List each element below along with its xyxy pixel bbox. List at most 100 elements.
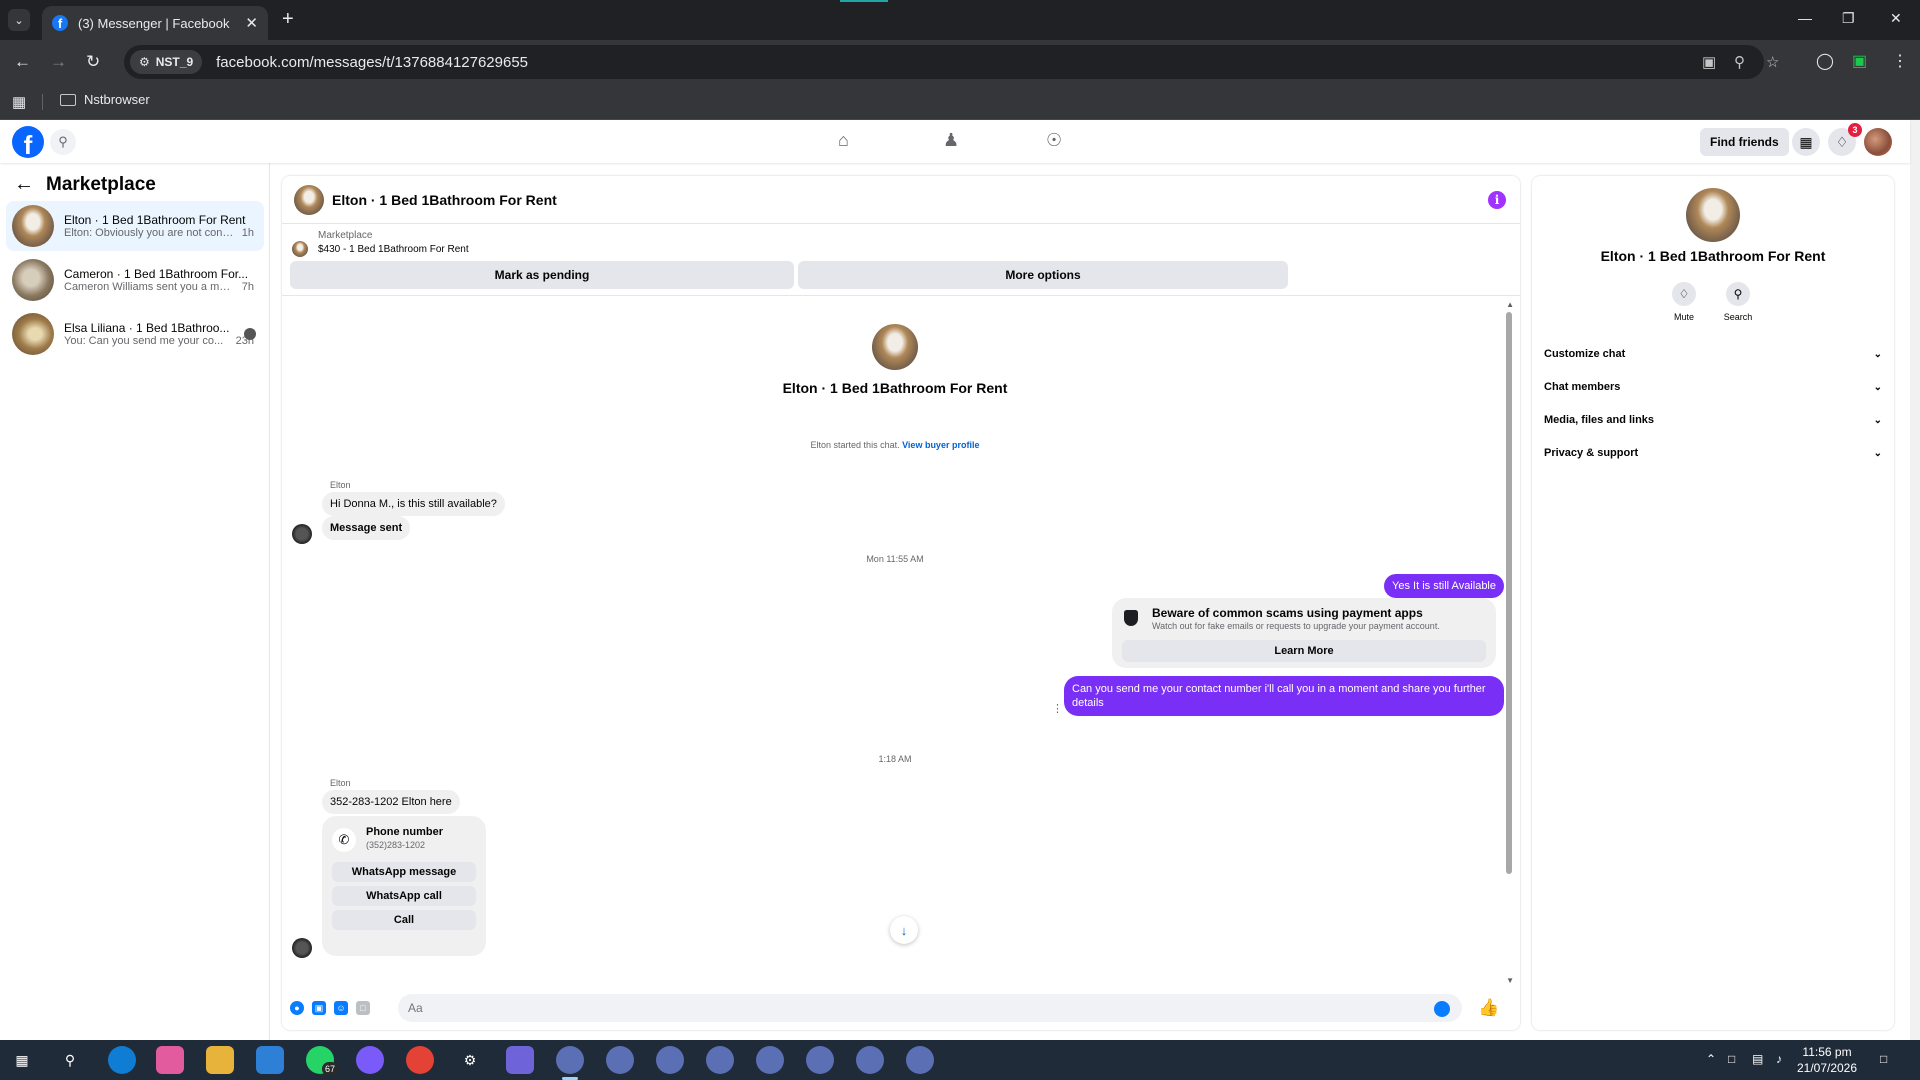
window-close-icon[interactable]: ✕	[1890, 10, 1902, 27]
conversation-info-icon[interactable]: i	[1488, 191, 1506, 209]
tab-search-chevron-icon[interactable]: ⌄	[8, 9, 30, 31]
file-explorer-icon[interactable]	[206, 1046, 234, 1074]
chat-header-avatar[interactable]	[294, 184, 324, 215]
folder-icon	[60, 93, 76, 106]
scroll-down-arrow-icon[interactable]: ▼	[1506, 976, 1514, 985]
bookmark-star-icon[interactable]: ☆	[1766, 53, 1779, 71]
facebook-logo-icon[interactable]: f	[12, 126, 44, 158]
address-bar[interactable]: ⚙ NST_9 facebook.com/messages/t/13768841…	[124, 45, 1779, 79]
call-button[interactable]: Call	[332, 910, 476, 930]
section-privacy-support[interactable]: Privacy & support ⌄	[1544, 439, 1882, 467]
nstbrowser-icon[interactable]	[656, 1046, 684, 1074]
incoming-message[interactable]: 352-283-1202 Elton here	[322, 790, 460, 814]
tray-chevron-up-icon[interactable]: ⌃	[1706, 1052, 1716, 1066]
search-label: Search	[1723, 312, 1753, 322]
reload-icon[interactable]: ↻	[86, 51, 100, 73]
thumbs-up-like-icon[interactable]: 👍	[1478, 998, 1499, 1018]
url-text[interactable]: facebook.com/messages/t/1376884127629655	[216, 54, 528, 71]
restore-icon[interactable]: ❐	[1842, 10, 1855, 27]
more-actions-icon[interactable]: ⋮	[1052, 702, 1063, 715]
whatsapp-call-button[interactable]: WhatsApp call	[332, 886, 476, 906]
chat-window: Elton · 1 Bed 1Bathroom For Rent i Marke…	[282, 176, 1520, 1030]
back-arrow-icon[interactable]: ←	[14, 173, 34, 196]
message-input[interactable]	[398, 994, 1462, 1022]
incoming-message[interactable]: Hi Donna M., is this still available?	[322, 492, 505, 516]
chat-title[interactable]: Elton · 1 Bed 1Bathroom For Rent	[332, 192, 557, 208]
chrome-icon[interactable]	[406, 1046, 434, 1074]
nstbrowser-icon[interactable]	[706, 1046, 734, 1074]
browser-tab-messenger[interactable]: f (3) Messenger | Facebook ✕	[42, 6, 268, 40]
back-arrow-icon[interactable]: ←	[14, 51, 31, 73]
nstbrowser-icon[interactable]	[606, 1046, 634, 1074]
install-app-icon[interactable]: ▣	[1702, 53, 1716, 71]
microphone-icon[interactable]: ●	[290, 1001, 304, 1015]
section-media-files-links[interactable]: Media, files and links ⌄	[1544, 406, 1882, 434]
home-icon[interactable]: ⌂	[838, 130, 849, 151]
sticker-icon[interactable]: ☺	[334, 1001, 348, 1015]
taskbar-search-icon[interactable]: ⚲	[56, 1046, 84, 1074]
discord-icon[interactable]	[356, 1046, 384, 1074]
nstbrowser-icon[interactable]	[806, 1046, 834, 1074]
site-info-chip[interactable]: ⚙ NST_9	[130, 50, 203, 74]
copilot-icon[interactable]	[156, 1046, 184, 1074]
network-icon[interactable]: ▤	[1752, 1052, 1763, 1066]
notification-center-icon[interactable]: □	[1880, 1052, 1887, 1066]
friends-icon[interactable]: ♟	[943, 130, 959, 151]
message-list[interactable]: Elton · 1 Bed 1Bathroom For Rent Elton s…	[282, 298, 1520, 988]
scroll-to-bottom-arrow-icon[interactable]: ↓	[890, 916, 918, 944]
outgoing-message[interactable]: Can you send me your contact number i'll…	[1064, 676, 1504, 716]
more-options-button[interactable]: More options	[798, 261, 1288, 289]
nstbrowser-icon[interactable]	[556, 1046, 584, 1074]
bookmark-folder-nstbrowser[interactable]: Nstbrowser	[60, 92, 150, 107]
listing-thumbnail[interactable]	[292, 241, 308, 257]
whatsapp-message-button[interactable]: WhatsApp message	[332, 862, 476, 882]
gif-icon[interactable]: □	[356, 1001, 370, 1015]
settings-gear-icon[interactable]: ⚙	[456, 1046, 484, 1074]
emoji-icon[interactable]	[1434, 1001, 1450, 1017]
tab-close-icon[interactable]: ✕	[245, 14, 258, 32]
scroll-up-arrow-icon[interactable]: ▲	[1506, 300, 1514, 309]
mark-as-pending-button[interactable]: Mark as pending	[290, 261, 794, 289]
app-icon[interactable]	[506, 1046, 534, 1074]
edge-icon[interactable]	[108, 1046, 136, 1074]
learn-more-button[interactable]: Learn More	[1122, 640, 1486, 662]
groups-icon[interactable]: ☉	[1046, 130, 1062, 151]
zoom-icon[interactable]: ⚲	[1734, 53, 1745, 71]
chat-started-notice: Elton started this chat. View buyer prof…	[282, 440, 1508, 450]
account-avatar[interactable]	[1864, 128, 1892, 156]
mute-action[interactable]: ♢ Mute	[1654, 282, 1714, 322]
nstbrowser-icon[interactable]	[856, 1046, 884, 1074]
outgoing-message[interactable]: Yes It is still Available	[1384, 574, 1504, 598]
apps-grid-icon[interactable]: ▦	[12, 93, 26, 111]
section-chat-members[interactable]: Chat members ⌄	[1544, 373, 1882, 401]
details-avatar[interactable]	[1686, 188, 1740, 242]
conversation-item-cameron[interactable]: Cameron · 1 Bed 1Bathroom For... Cameron…	[6, 255, 264, 305]
find-friends-button[interactable]: Find friends	[1700, 128, 1789, 156]
profile-icon[interactable]: ◯	[1816, 51, 1834, 71]
nstbrowser-icon[interactable]	[906, 1046, 934, 1074]
conversation-item-elton[interactable]: Elton · 1 Bed 1Bathroom For Rent Elton: …	[6, 201, 264, 251]
shield-icon	[1124, 610, 1138, 626]
browser-menu-icon[interactable]: ⋮	[1892, 51, 1908, 71]
menu-grid-icon[interactable]: ▦	[1792, 128, 1820, 156]
view-buyer-profile-link[interactable]: View buyer profile	[902, 440, 979, 450]
microsoft-store-icon[interactable]	[256, 1046, 284, 1074]
incoming-message-auto[interactable]: Message sent	[322, 516, 411, 540]
section-customize-chat[interactable]: Customize chat ⌄	[1544, 340, 1882, 368]
attach-image-icon[interactable]: ▣	[312, 1001, 326, 1015]
conversation-item-elsa[interactable]: Elsa Liliana · 1 Bed 1Bathroo... You: Ca…	[6, 309, 264, 359]
nstbrowser-icon[interactable]	[756, 1046, 784, 1074]
message-scrollbar-thumb[interactable]	[1506, 312, 1512, 874]
windows-start-icon[interactable]: ▦	[8, 1046, 36, 1074]
listing-title[interactable]: $430 - 1 Bed 1Bathroom For Rent	[318, 244, 469, 255]
profile-chip-label: NST_9	[155, 55, 194, 69]
video-camera-icon[interactable]: ▣	[1852, 51, 1867, 71]
search-action[interactable]: ⚲ Search	[1708, 282, 1768, 322]
forward-arrow-icon[interactable]: →	[50, 51, 67, 73]
page-scrollbar[interactable]	[1910, 120, 1920, 1040]
facebook-search-icon[interactable]: ⚲	[50, 129, 76, 155]
minimize-icon[interactable]: —	[1798, 10, 1812, 26]
taskbar-clock[interactable]: 11:56 pm 21/07/2026	[1782, 1044, 1872, 1076]
new-tab-plus-icon[interactable]: +	[282, 9, 294, 29]
tray-device-icon[interactable]: □	[1728, 1052, 1735, 1066]
